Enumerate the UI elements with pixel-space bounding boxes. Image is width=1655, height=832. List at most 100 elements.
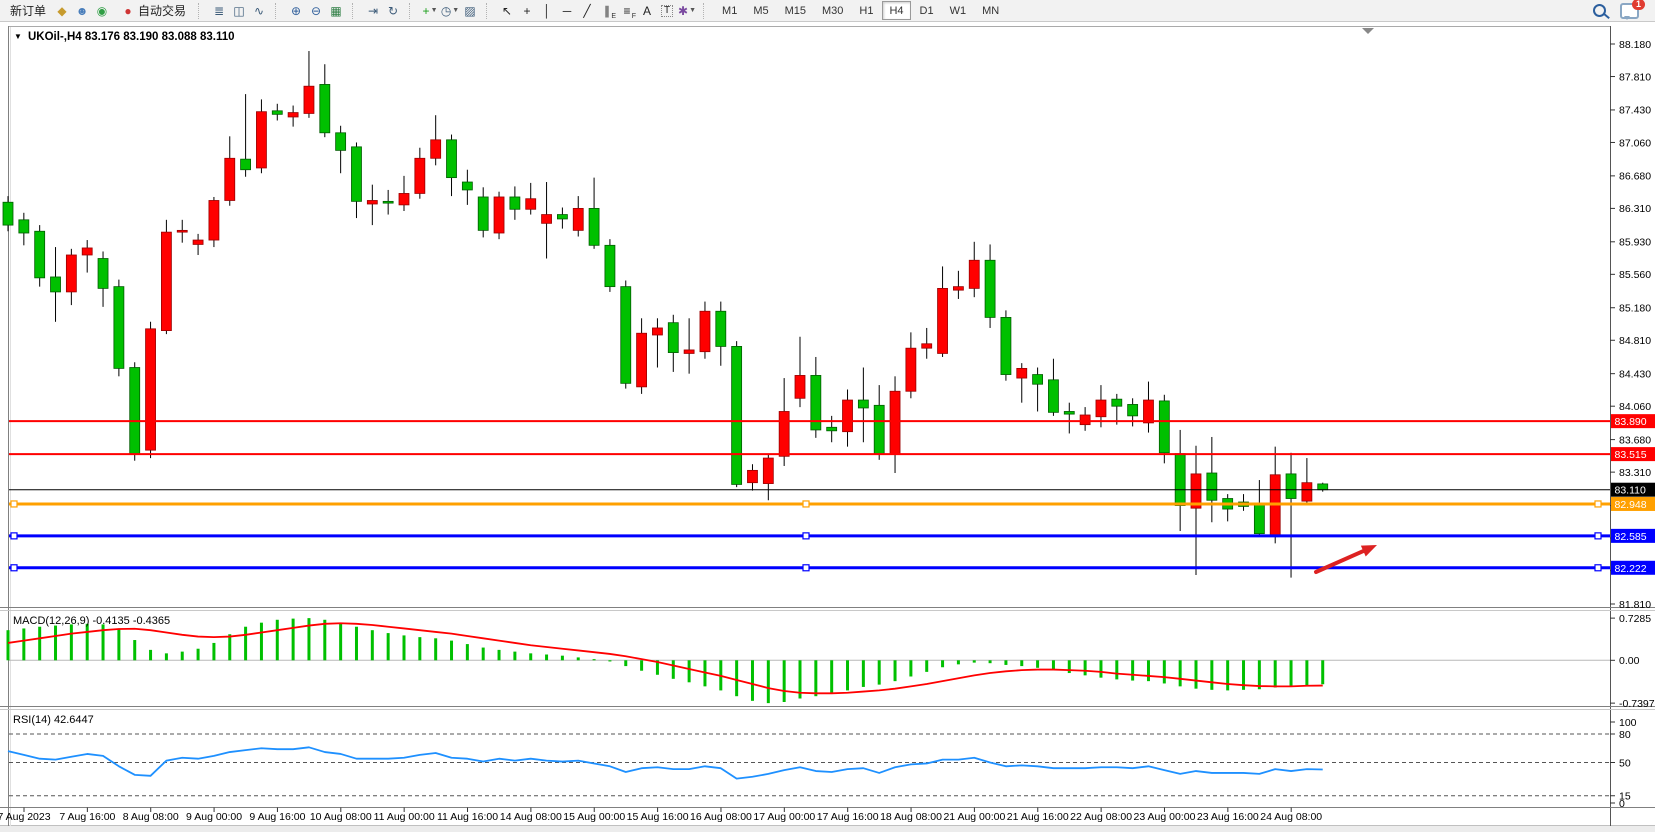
line-handle[interactable] <box>1595 565 1601 571</box>
date-tick-label: 7 Aug 2023 <box>0 811 51 823</box>
collapse-chart-icon: ▼ <box>14 32 22 41</box>
candle-body <box>288 113 298 117</box>
price-tick-label: 86.310 <box>1619 203 1651 215</box>
candle-body <box>1286 474 1296 499</box>
arrows-icon[interactable]: ✱▼ <box>677 2 697 20</box>
chart-canvas[interactable]: 88.18087.81087.43087.06086.68086.31085.9… <box>0 22 1655 832</box>
toolbar-separator <box>703 3 710 19</box>
timeframe-M5[interactable]: M5 <box>746 1 775 20</box>
timeframe-H1[interactable]: H1 <box>852 1 880 20</box>
cursor-icon[interactable]: ↖ <box>497 2 517 20</box>
line-handle[interactable] <box>1595 533 1601 539</box>
search-icon[interactable] <box>1593 4 1606 17</box>
chat-icon[interactable]: 1 <box>1620 3 1639 19</box>
price-badge-label: 83.110 <box>1615 485 1646 497</box>
candle-body <box>320 84 330 132</box>
autotrading-icon[interactable]: ● <box>118 2 138 20</box>
arrows-icon-caret[interactable]: ▼ <box>689 7 696 14</box>
window-bottom-strip <box>0 826 1655 832</box>
timeframe-M30[interactable]: M30 <box>815 1 850 20</box>
candle-body <box>637 333 647 387</box>
zoom-out-icon[interactable]: ⊖ <box>306 2 326 20</box>
candle-body <box>700 311 710 351</box>
timeframe-H4[interactable]: H4 <box>882 1 910 20</box>
line-handle[interactable] <box>11 501 17 507</box>
line-chart-icon: ∿ <box>254 5 264 17</box>
zoom-in-icon[interactable]: ⊕ <box>286 2 306 20</box>
timeframe-MN[interactable]: MN <box>975 1 1006 20</box>
line-chart-icon[interactable]: ∿ <box>249 2 269 20</box>
date-tick-label: 15 Aug 00:00 <box>563 811 625 823</box>
bar-chart-icon[interactable]: ≣ <box>209 2 229 20</box>
date-tick-label: 9 Aug 00:00 <box>186 811 242 823</box>
signals-icon[interactable]: ◉ <box>92 2 112 20</box>
chart-shift-icon[interactable]: ⇥ <box>363 2 383 20</box>
candle-body <box>922 344 932 348</box>
trendline-icon[interactable]: ╱ <box>577 2 597 20</box>
date-tick-label: 17 Aug 00:00 <box>753 811 815 823</box>
candle-body <box>684 350 694 354</box>
fibonacci-icon-sub: F <box>632 13 636 20</box>
candlestick-chart-icon[interactable]: ◫ <box>229 2 249 20</box>
candle-body <box>1207 473 1217 500</box>
date-tick-label: 24 Aug 08:00 <box>1260 811 1322 823</box>
candle-body <box>890 391 900 454</box>
periods-icon[interactable]: ◷▼ <box>440 2 460 20</box>
add-indicator-icon-caret[interactable]: ▼ <box>431 7 438 14</box>
line-handle[interactable] <box>11 533 17 539</box>
fibonacci-icon[interactable]: ≡F <box>617 2 637 20</box>
line-handle[interactable] <box>803 533 809 539</box>
line-handle[interactable] <box>803 565 809 571</box>
horizontal-line-icon[interactable]: ─ <box>557 2 577 20</box>
candle-body <box>336 133 346 151</box>
candle-body <box>146 329 156 450</box>
candle-body <box>652 328 662 335</box>
text-label-icon[interactable]: T <box>657 2 677 20</box>
timeframe-D1[interactable]: D1 <box>913 1 941 20</box>
auto-scroll-icon: ↻ <box>388 5 398 17</box>
timeframe-W1[interactable]: W1 <box>943 1 974 20</box>
candle-body <box>51 277 61 292</box>
text-icon: A <box>643 5 651 17</box>
signals-icon: ◉ <box>97 5 107 17</box>
zoom-in-icon: ⊕ <box>291 5 301 17</box>
tile-windows-icon[interactable]: ▦ <box>326 2 346 20</box>
candle-body <box>573 208 583 230</box>
candle-body <box>98 259 108 289</box>
equidistant-channel-icon[interactable]: ∥E <box>597 2 617 20</box>
date-tick-label: 15 Aug 16:00 <box>627 811 689 823</box>
auto-scroll-icon[interactable]: ↻ <box>383 2 403 20</box>
rsi-tick-label: 80 <box>1619 729 1631 741</box>
candle-body <box>716 311 726 346</box>
rsi-tick-label: 50 <box>1619 757 1631 769</box>
candle-body <box>589 208 599 245</box>
equidistant-channel-icon: ∥ <box>604 5 610 17</box>
candle-body <box>3 202 13 225</box>
date-tick-label: 7 Aug 16:00 <box>59 811 115 823</box>
periods-icon-caret[interactable]: ▼ <box>452 7 459 14</box>
chart-shift-icon: ⇥ <box>368 5 378 17</box>
text-icon[interactable]: A <box>637 2 657 20</box>
candle-body <box>130 368 140 454</box>
add-indicator-icon[interactable]: +▼ <box>420 2 440 20</box>
crosshair-icon[interactable]: + <box>517 2 537 20</box>
candle-body <box>1318 484 1328 490</box>
candle-body <box>1175 454 1185 506</box>
toolbar-separator <box>409 3 416 19</box>
candle-body <box>969 260 979 288</box>
autotrading-button[interactable]: ●自动交易 <box>112 1 192 21</box>
templates-icon[interactable]: ▨ <box>460 2 480 20</box>
candle-body <box>557 215 567 219</box>
timeframe-M15[interactable]: M15 <box>778 1 813 20</box>
new-order-icon[interactable]: ◆ <box>52 2 72 20</box>
candle-body <box>82 248 92 255</box>
line-handle[interactable] <box>1595 501 1601 507</box>
vertical-line-icon[interactable]: │ <box>537 2 557 20</box>
autotrading-icon: ● <box>124 5 131 17</box>
client-terminal-icon[interactable]: ☻ <box>72 2 92 20</box>
timeframe-M1[interactable]: M1 <box>715 1 744 20</box>
new-order-button[interactable]: 新订单 <box>4 1 52 21</box>
main-toolbar: 新订单◆☻◉●自动交易≣◫∿⊕⊖▦⇥↻+▼◷▼▨↖+│─╱∥E≡FAT✱▼M1M… <box>0 0 1655 22</box>
line-handle[interactable] <box>11 565 17 571</box>
line-handle[interactable] <box>803 501 809 507</box>
